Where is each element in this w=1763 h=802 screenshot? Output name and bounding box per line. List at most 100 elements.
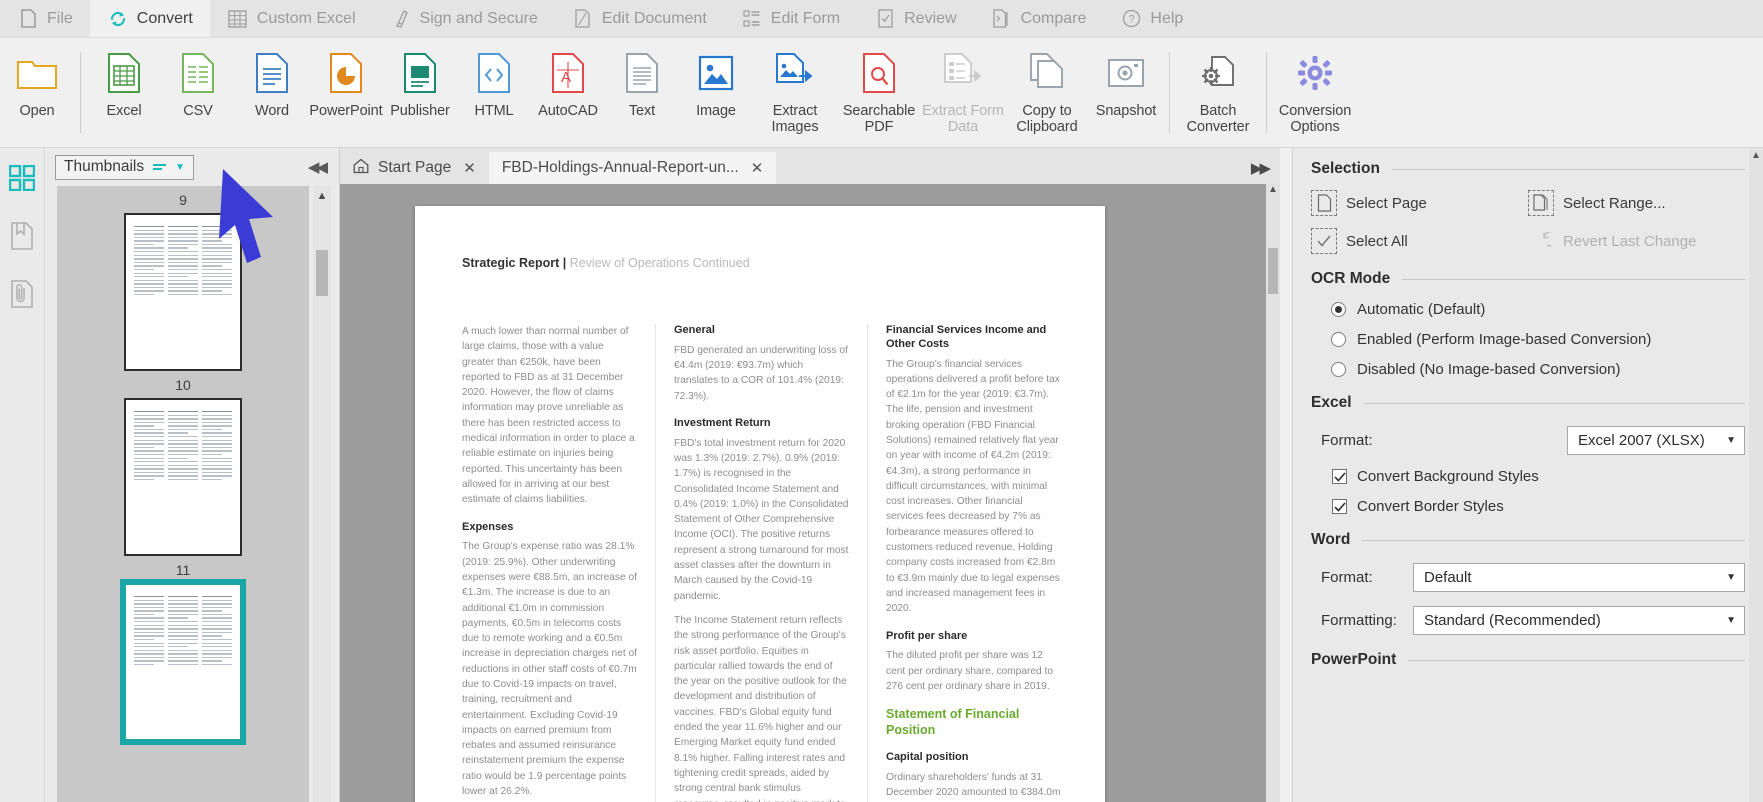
extract-images-icon (775, 50, 815, 96)
menu-tab-edit-document-label: Edit Document (601, 9, 707, 27)
document-heading: Capital position (886, 751, 969, 764)
select-all-label: Select All (1346, 232, 1408, 250)
menu-tab-compare[interactable]: Compare (974, 0, 1104, 37)
ocr-radio-disabled[interactable]: Disabled (No Image-based Conversion) (1311, 361, 1745, 378)
checkbox-checked-icon (1332, 469, 1347, 484)
ribbon-text-label: Text (628, 103, 656, 119)
application-window: File Convert Custom Excel Sign and Secur… (0, 0, 1763, 802)
menu-tab-custom-excel[interactable]: Custom Excel (210, 0, 373, 37)
select-range-button[interactable]: Select Range... (1528, 190, 1745, 216)
excel-convert-background-styles-checkbox[interactable]: Convert Background Styles (1311, 468, 1745, 485)
checkbox-checked-icon (1332, 499, 1347, 514)
ribbon-image-button[interactable]: Image (679, 44, 753, 142)
ribbon-text-button[interactable]: Text (605, 44, 679, 142)
revert-last-change-button[interactable]: Revert Last Change (1528, 228, 1745, 254)
page-canvas-area[interactable]: Strategic Report | Review of Operations … (340, 184, 1280, 802)
menu-tab-sign-and-secure[interactable]: Sign and Secure (373, 0, 555, 37)
thumbnail-item[interactable]: 11 (57, 556, 309, 745)
menu-tab-convert[interactable]: Convert (89, 0, 210, 37)
thumbnails-scrollbar[interactable]: ▲ (313, 186, 331, 802)
ribbon-publisher-button[interactable]: Publisher (383, 44, 457, 142)
document-paragraph: The diluted profit per share was 12 cent… (886, 650, 1054, 692)
collapse-panel-button[interactable]: ◀◀ (308, 158, 328, 176)
select-all-button[interactable]: Select All (1311, 228, 1528, 254)
options-panel-scrollbar[interactable]: ▲ (1749, 148, 1763, 802)
document-column-3: Financial Services Income and Other Cost… (867, 324, 1061, 802)
scroll-up-icon[interactable]: ▲ (1266, 184, 1280, 195)
menu-tab-help[interactable]: ? Help (1103, 0, 1200, 37)
ribbon-open-button[interactable]: Open (0, 44, 74, 142)
menu-tab-edit-document[interactable]: Edit Document (555, 0, 724, 37)
document-heading-green: Statement of Financial Position (886, 707, 1020, 737)
grid-icon (227, 7, 249, 31)
close-icon[interactable]: ✕ (751, 159, 764, 177)
select-page-button[interactable]: Select Page (1311, 190, 1528, 216)
select-range-icon (1528, 190, 1554, 216)
thumbnail-page-preview[interactable] (124, 398, 242, 556)
ribbon-extract-images-button[interactable]: Extract Images (753, 44, 837, 142)
section-header-ocr-mode: OCR Mode (1311, 270, 1745, 288)
ribbon-autocad-button[interactable]: A AutoCAD (531, 44, 605, 142)
menu-tab-review[interactable]: Review (857, 0, 973, 37)
ocr-radio-enabled[interactable]: Enabled (Perform Image-based Conversion) (1311, 331, 1745, 348)
thumbnails-view-dropdown[interactable]: Thumbnails ▼ (55, 154, 195, 180)
word-formatting-value: Standard (Recommended) (1424, 612, 1601, 629)
excel-format-select[interactable]: Excel 2007 (XLSX) ▼ (1567, 426, 1745, 455)
ribbon-copy-to-clipboard-button[interactable]: Copy to Clipboard (1005, 44, 1089, 142)
ribbon-powerpoint-button[interactable]: PowerPoint (309, 44, 383, 142)
ribbon-searchable-pdf-button[interactable]: Searchable PDF (837, 44, 921, 142)
attachments-icon[interactable] (4, 276, 40, 312)
thumbnails-scroll-area[interactable]: 9 10 11 (57, 186, 309, 802)
left-navigation-rail (0, 148, 45, 802)
ribbon-conversion-options-label: Conversion Options (1278, 103, 1352, 136)
menu-tab-edit-form[interactable]: Edit Form (724, 0, 857, 37)
excel-title: Excel (1311, 394, 1352, 411)
thumbnail-item[interactable]: 9 (57, 186, 309, 371)
select-range-label: Select Range... (1563, 194, 1666, 212)
ribbon-extract-form-data-button[interactable]: Extract Form Data (921, 44, 1005, 142)
word-formatting-select[interactable]: Standard (Recommended) ▼ (1413, 606, 1745, 635)
batch-converter-icon (1198, 50, 1238, 96)
ribbon-batch-converter-button[interactable]: Batch Converter (1176, 44, 1260, 142)
excel-convert-border-styles-checkbox[interactable]: Convert Border Styles (1311, 498, 1745, 515)
pdf-page[interactable]: Strategic Report | Review of Operations … (415, 206, 1105, 802)
menu-tab-file[interactable]: File (0, 0, 90, 37)
thumbnails-grid-icon[interactable] (4, 160, 40, 196)
bookmarks-icon[interactable] (4, 218, 40, 254)
scroll-up-icon[interactable]: ▲ (313, 186, 331, 202)
html-file-icon (477, 50, 511, 96)
document-heading: General (674, 324, 715, 336)
ribbon-excel-button[interactable]: Excel (87, 44, 161, 142)
ribbon-divider (80, 52, 81, 133)
page-icon (17, 7, 39, 31)
excel-format-row: Format: Excel 2007 (XLSX) ▼ (1311, 426, 1745, 455)
chevron-down-icon: ▼ (1726, 615, 1736, 626)
tab-document[interactable]: FBD-Holdings-Annual-Report-un... ✕ (488, 152, 777, 184)
ribbon-copy-to-clipboard-label: Copy to Clipboard (1016, 103, 1078, 136)
main-menu-bar: File Convert Custom Excel Sign and Secur… (0, 0, 1763, 38)
ribbon-word-button[interactable]: Word (235, 44, 309, 142)
menu-tab-edit-form-label: Edit Form (770, 9, 841, 27)
more-tabs-button[interactable]: ▶▶ (1251, 159, 1280, 184)
ribbon-csv-button[interactable]: CSV (161, 44, 235, 142)
scrollbar-thumb[interactable] (316, 250, 328, 296)
selection-row-2: Select All Revert Last Change (1311, 228, 1745, 254)
ribbon-conversion-options-button[interactable]: Conversion Options (1273, 44, 1357, 142)
ocr-radio-enabled-label: Enabled (Perform Image-based Conversion) (1357, 331, 1652, 348)
thumbnails-dropdown-label: Thumbnails (64, 158, 145, 175)
document-paragraph: FBD's total investment return for 2020 w… (674, 437, 849, 602)
thumbnail-item[interactable]: 10 (57, 371, 309, 556)
scrollbar-thumb[interactable] (1268, 248, 1278, 294)
viewer-vertical-scrollbar[interactable]: ▲ (1266, 184, 1280, 802)
thumbnail-page-preview[interactable] (124, 213, 242, 371)
word-format-select[interactable]: Default ▼ (1413, 563, 1745, 592)
close-icon[interactable]: ✕ (463, 159, 476, 177)
thumbnail-page-preview-selected[interactable] (120, 579, 246, 745)
scroll-up-icon[interactable]: ▲ (1749, 148, 1763, 161)
ribbon-word-label: Word (255, 103, 289, 119)
tab-start-page[interactable]: Start Page ✕ (340, 152, 489, 184)
ribbon-html-button[interactable]: HTML (457, 44, 531, 142)
menu-tab-compare-label: Compare (1020, 9, 1087, 27)
ribbon-snapshot-button[interactable]: Snapshot (1089, 44, 1163, 142)
ocr-radio-automatic[interactable]: Automatic (Default) (1311, 301, 1745, 318)
